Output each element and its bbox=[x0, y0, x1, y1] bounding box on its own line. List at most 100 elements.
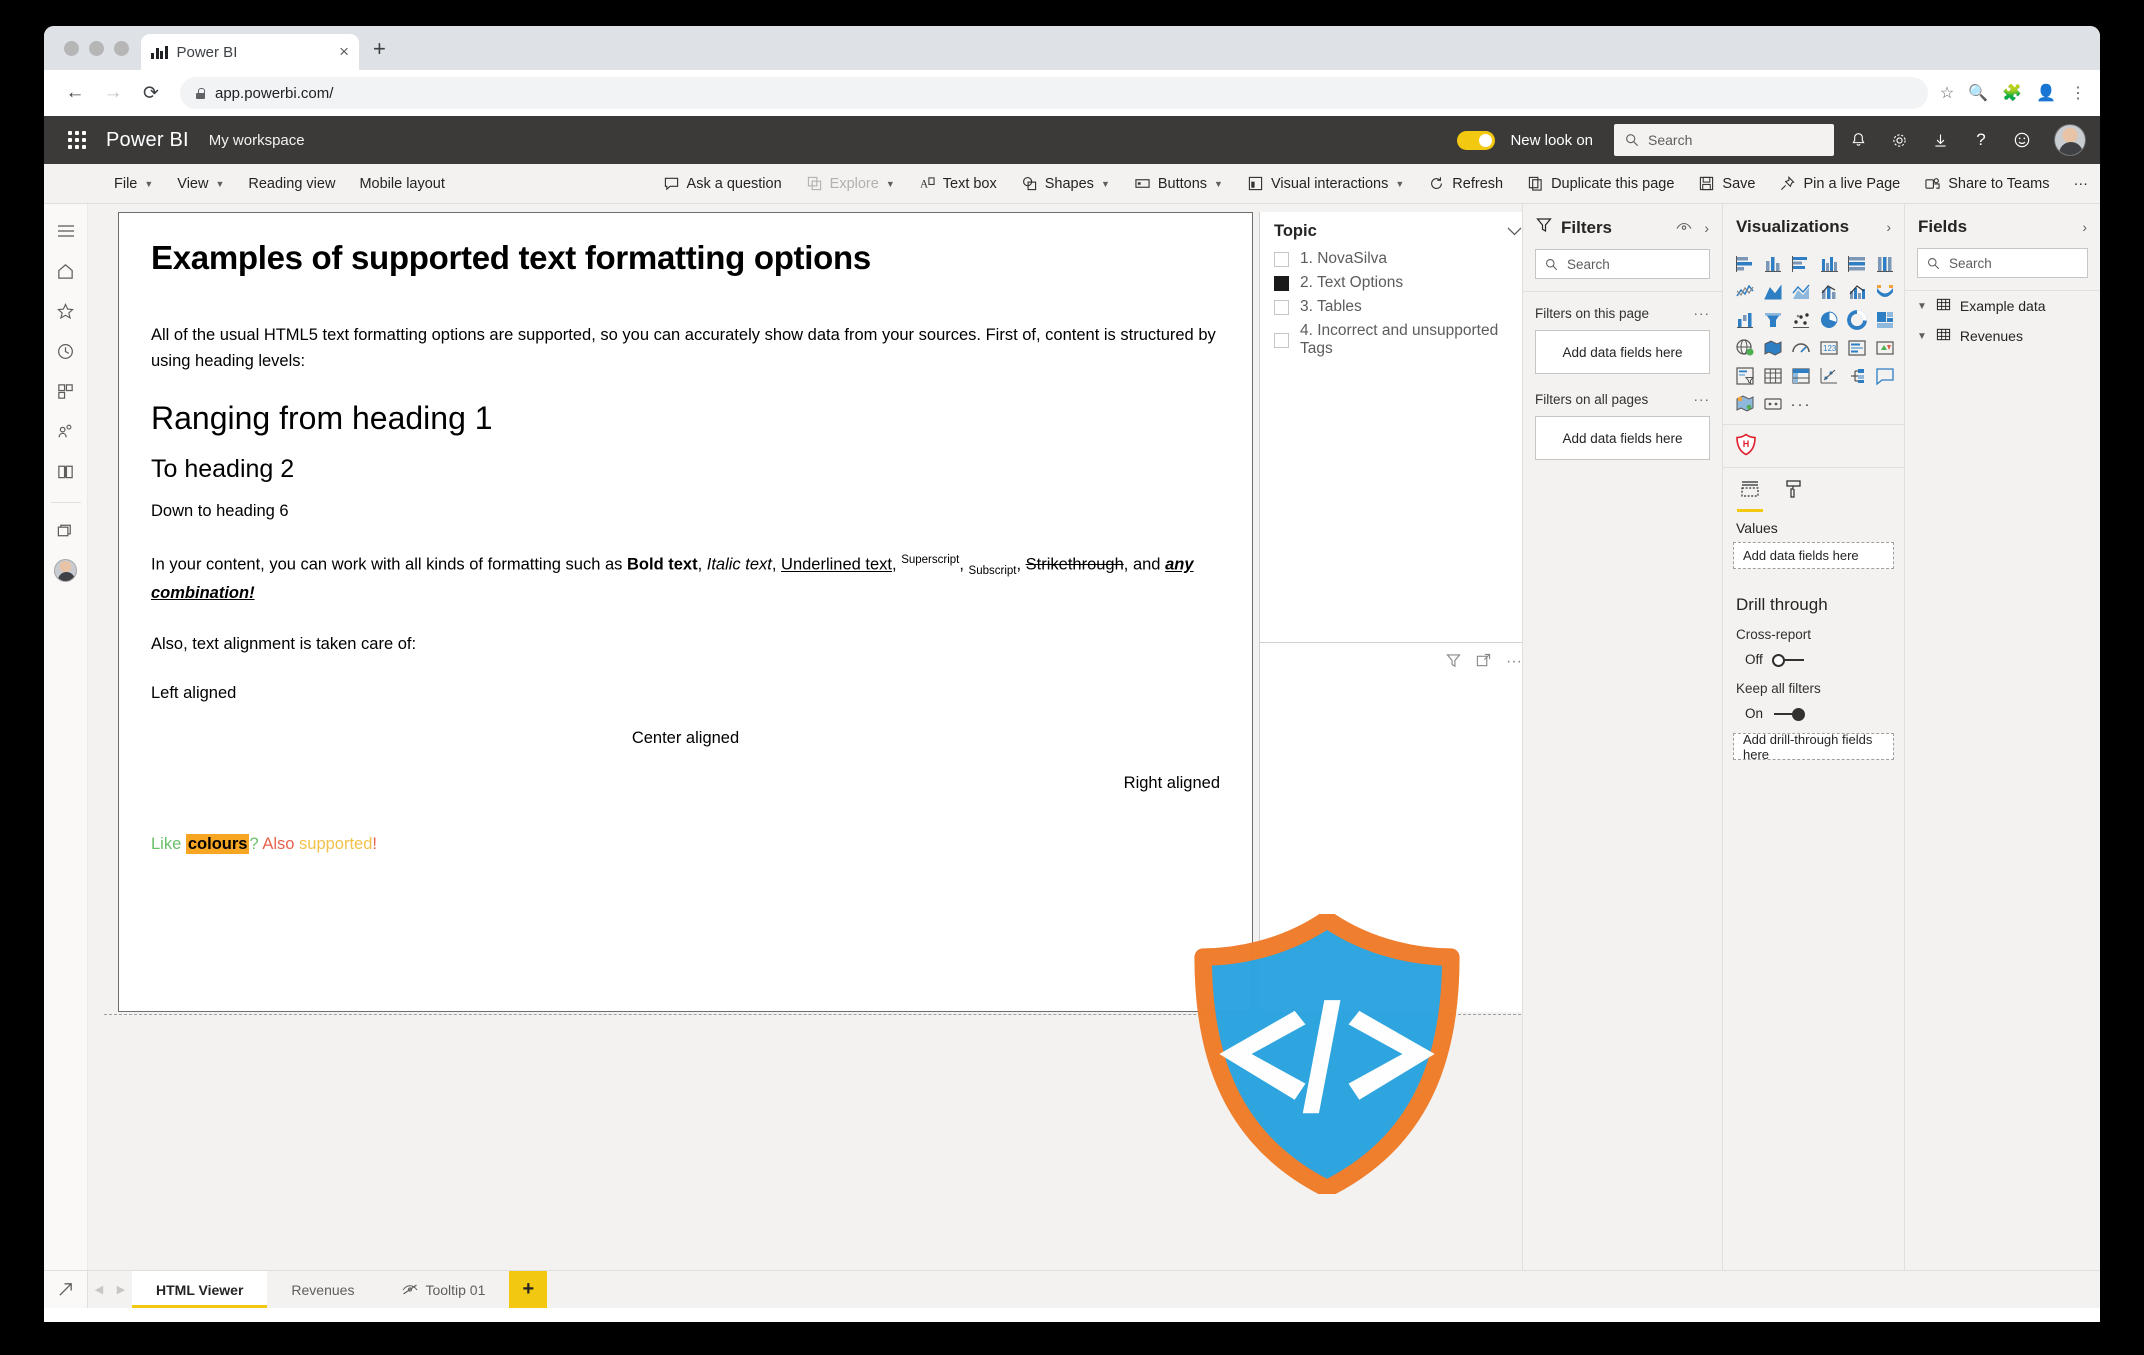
scatter-chart-icon[interactable] bbox=[1789, 308, 1813, 332]
filled-map-icon[interactable] bbox=[1761, 336, 1785, 360]
more-options-icon[interactable]: ··· bbox=[1694, 306, 1711, 321]
sidebar-item-learn[interactable] bbox=[48, 452, 84, 490]
help-icon[interactable]: ? bbox=[1964, 123, 1998, 157]
pie-chart-icon[interactable] bbox=[1817, 308, 1841, 332]
slicer-checkbox[interactable] bbox=[1274, 332, 1289, 348]
notifications-bell-icon[interactable] bbox=[1841, 123, 1875, 157]
collapse-pane-icon[interactable]: › bbox=[2082, 219, 2087, 235]
fields-search-input[interactable]: Search bbox=[1917, 248, 2088, 278]
more-options-icon[interactable]: ··· bbox=[1694, 392, 1711, 407]
field-table-row[interactable]: ▼ Revenues bbox=[1905, 321, 2100, 351]
treemap-icon[interactable] bbox=[1873, 308, 1897, 332]
sidebar-current-workspace-avatar[interactable] bbox=[48, 551, 84, 589]
keep-all-filters-toggle[interactable] bbox=[1772, 707, 1806, 721]
gauge-icon[interactable] bbox=[1789, 336, 1813, 360]
stacked-area-chart-icon[interactable] bbox=[1789, 280, 1813, 304]
ribbon-chart-icon[interactable] bbox=[1873, 280, 1897, 304]
powerbi-brand[interactable]: Power BI bbox=[100, 129, 199, 152]
ribbon-save[interactable]: Save bbox=[1686, 164, 1767, 204]
matrix-icon[interactable] bbox=[1789, 364, 1813, 388]
card-icon[interactable]: 123 bbox=[1817, 336, 1841, 360]
ribbon-text-box[interactable]: A Text box bbox=[907, 164, 1009, 204]
stacked-column-chart-icon[interactable] bbox=[1761, 252, 1785, 276]
back-icon[interactable]: ← bbox=[58, 76, 92, 110]
app-launcher-icon[interactable] bbox=[58, 121, 96, 159]
add-page-button[interactable]: + bbox=[509, 1271, 548, 1308]
chevron-down-icon[interactable]: ▼ bbox=[1917, 301, 1927, 312]
area-chart-icon[interactable] bbox=[1761, 280, 1785, 304]
paginated-report-icon[interactable] bbox=[1761, 392, 1785, 416]
sidebar-item-apps[interactable] bbox=[48, 372, 84, 410]
format-tab-icon[interactable] bbox=[1781, 478, 1807, 508]
map-icon[interactable] bbox=[1733, 336, 1757, 360]
browser-tab[interactable]: Power BI × bbox=[141, 34, 359, 70]
sidebar-item-shared-with-me[interactable] bbox=[48, 412, 84, 450]
slicer-checkbox[interactable] bbox=[1274, 299, 1289, 315]
browser-menu-icon[interactable]: ⋮ bbox=[2070, 83, 2086, 103]
close-window-dot[interactable] bbox=[64, 41, 79, 56]
ribbon-buttons[interactable]: Buttons ▼ bbox=[1122, 164, 1235, 204]
q-and-a-icon[interactable] bbox=[1873, 364, 1897, 388]
page-tab-tooltip-01[interactable]: Tooltip 01 bbox=[378, 1271, 509, 1308]
line-clustered-column-chart-icon[interactable] bbox=[1845, 280, 1869, 304]
expand-pages-icon[interactable] bbox=[44, 1271, 88, 1308]
waterfall-chart-icon[interactable] bbox=[1733, 308, 1757, 332]
forward-icon[interactable]: → bbox=[96, 76, 130, 110]
ribbon-share-to-teams[interactable]: Share to Teams bbox=[1912, 164, 2061, 204]
slicer-checkbox-checked[interactable] bbox=[1274, 275, 1289, 291]
r-script-visual-icon[interactable] bbox=[1817, 364, 1841, 388]
download-icon[interactable] bbox=[1923, 123, 1957, 157]
feedback-smiley-icon[interactable] bbox=[2005, 123, 2039, 157]
pages-scroll-right-icon[interactable]: ▶ bbox=[110, 1271, 132, 1308]
funnel-chart-icon[interactable] bbox=[1761, 308, 1785, 332]
filter-icon[interactable] bbox=[1446, 653, 1461, 673]
100-stacked-column-chart-icon[interactable] bbox=[1873, 252, 1897, 276]
ribbon-explore[interactable]: Explore ▼ bbox=[794, 164, 907, 204]
filters-page-dropzone[interactable]: Add data fields here bbox=[1535, 330, 1710, 374]
field-table-row[interactable]: ▼ Example data bbox=[1905, 291, 2100, 321]
slicer-item[interactable]: 3. Tables bbox=[1274, 295, 1522, 319]
key-influencers-icon[interactable] bbox=[1845, 364, 1869, 388]
html-viewer-visual[interactable]: Examples of supported text formatting op… bbox=[118, 212, 1253, 1012]
donut-chart-icon[interactable] bbox=[1845, 308, 1869, 332]
fields-tab-icon[interactable] bbox=[1737, 478, 1763, 512]
ribbon-refresh[interactable]: Refresh bbox=[1416, 164, 1515, 204]
sidebar-item-workspaces[interactable] bbox=[48, 511, 84, 549]
settings-gear-icon[interactable] bbox=[1882, 123, 1916, 157]
hide-filters-eye-icon[interactable] bbox=[1676, 220, 1692, 236]
sidebar-item-home[interactable] bbox=[48, 252, 84, 290]
reload-icon[interactable]: ⟳ bbox=[134, 76, 168, 110]
cross-report-toggle-row[interactable]: Off bbox=[1723, 648, 1904, 679]
slicer-item[interactable]: 1. NovaSilva bbox=[1274, 247, 1522, 271]
arcgis-map-icon[interactable] bbox=[1733, 392, 1757, 416]
chevron-down-icon[interactable]: ▼ bbox=[1917, 331, 1927, 342]
collapse-pane-icon[interactable]: › bbox=[1704, 220, 1709, 236]
sidebar-item-favorites[interactable] bbox=[48, 292, 84, 330]
user-avatar[interactable] bbox=[2054, 124, 2086, 156]
clustered-column-chart-icon[interactable] bbox=[1817, 252, 1841, 276]
line-chart-icon[interactable] bbox=[1733, 280, 1757, 304]
page-tab-revenues[interactable]: Revenues bbox=[267, 1271, 378, 1308]
pages-scroll-left-icon[interactable]: ◀ bbox=[88, 1271, 110, 1308]
slicer-checkbox[interactable] bbox=[1274, 251, 1289, 267]
more-visuals-icon[interactable]: ··· bbox=[1789, 392, 1813, 416]
global-search-input[interactable]: Search bbox=[1614, 124, 1834, 156]
slicer-item[interactable]: 2. Text Options bbox=[1274, 271, 1522, 295]
topic-slicer-visual[interactable]: Topic 1. NovaSilva 2. Text Options 3. Ta… bbox=[1259, 212, 1522, 642]
close-icon[interactable]: × bbox=[339, 42, 349, 62]
stacked-bar-chart-icon[interactable] bbox=[1733, 252, 1757, 276]
bookmark-star-icon[interactable]: ☆ bbox=[1940, 83, 1954, 103]
cross-report-toggle[interactable] bbox=[1771, 653, 1806, 667]
window-traffic-lights[interactable] bbox=[56, 41, 141, 70]
slicer-item[interactable]: 4. Incorrect and unsupported Tags bbox=[1274, 319, 1522, 361]
ribbon-visual-interactions[interactable]: Visual interactions ▼ bbox=[1235, 164, 1416, 204]
translate-icon[interactable]: 🔍 bbox=[1968, 83, 1988, 103]
ribbon-ask-a-question[interactable]: Ask a question bbox=[651, 164, 794, 204]
drill-through-dropzone[interactable]: Add drill-through fields here bbox=[1733, 732, 1894, 762]
values-well-dropzone[interactable]: Add data fields here bbox=[1733, 542, 1894, 569]
ribbon-pin-live-page[interactable]: Pin a live Page bbox=[1767, 164, 1912, 204]
sidebar-item-recent[interactable] bbox=[48, 332, 84, 370]
focus-mode-icon[interactable] bbox=[1476, 653, 1491, 673]
chevron-down-icon[interactable] bbox=[1507, 223, 1522, 241]
ribbon-reading-view[interactable]: Reading view bbox=[236, 164, 347, 204]
